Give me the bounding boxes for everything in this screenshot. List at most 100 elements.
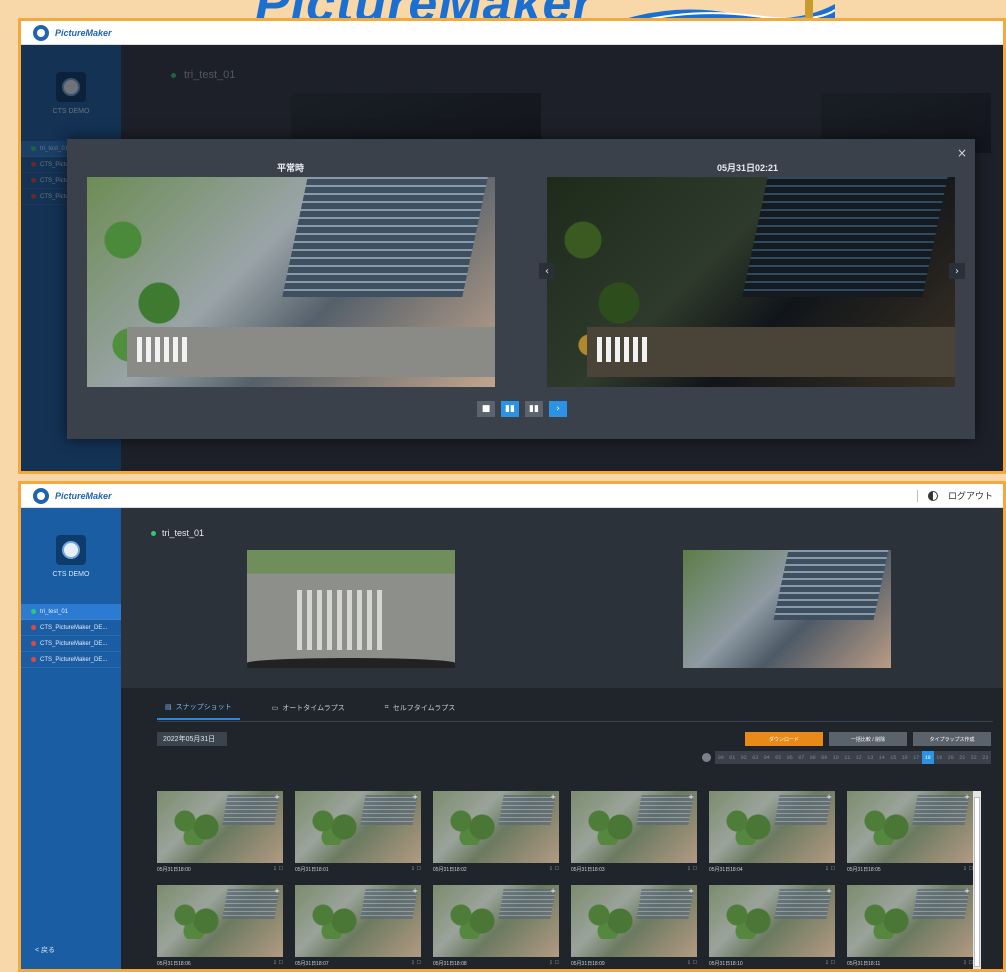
add-icon[interactable]: + (412, 887, 418, 895)
single-view-button[interactable]: ■ (477, 401, 495, 417)
add-icon[interactable]: + (964, 793, 970, 801)
snapshot-actions-icon[interactable]: ⇩ ☐ (549, 866, 559, 872)
snapshot-actions-icon[interactable]: ⇩ ☐ (963, 866, 973, 872)
chevron-left-icon[interactable]: ‹ (539, 263, 555, 279)
snapshot-actions-icon[interactable]: ⇩ ☐ (825, 960, 835, 966)
snapshot-image[interactable]: + (295, 791, 421, 863)
snapshot-card[interactable]: +05月31日18:04 ⇩ ☐ (709, 791, 835, 875)
snapshot-actions-icon[interactable]: ⇩ ☐ (273, 866, 283, 872)
back-link[interactable]: < 戻る (35, 945, 55, 955)
snapshot-actions-icon[interactable]: ⇩ ☐ (825, 866, 835, 872)
snapshot-image[interactable]: + (295, 885, 421, 957)
snapshot-card[interactable]: +05月31日18:03 ⇩ ☐ (571, 791, 697, 875)
hour-button[interactable]: 18 (922, 751, 934, 764)
frame-comparison: PictureMaker CTS DEMO tri_test_01 CTS_Pi… (18, 18, 1006, 474)
snapshot-image[interactable]: + (847, 791, 973, 863)
hour-button[interactable]: 08 (807, 751, 819, 764)
hour-button[interactable]: 19 (933, 751, 945, 764)
hour-button[interactable]: 09 (818, 751, 830, 764)
snapshot-card[interactable]: +05月31日18:10 ⇩ ☐ (709, 885, 835, 969)
hour-button[interactable]: 05 (772, 751, 784, 764)
hour-button[interactable]: 13 (864, 751, 876, 764)
snapshot-actions-icon[interactable]: ⇩ ☐ (687, 960, 697, 966)
snapshot-image[interactable]: + (571, 791, 697, 863)
tab-self-timelapse[interactable]: ⌗ セルフタイムラプス (377, 702, 463, 720)
snapshot-image[interactable]: + (847, 885, 973, 957)
side-by-side-button[interactable]: ▮▮ (501, 401, 519, 417)
hour-button[interactable]: 11 (841, 751, 853, 764)
tab-snapshot[interactable]: ▤ スナップショット (157, 702, 240, 720)
hour-button[interactable]: 17 (910, 751, 922, 764)
add-icon[interactable]: + (964, 887, 970, 895)
date-picker[interactable]: 2022年05月31日 (157, 732, 227, 746)
hour-button[interactable]: 03 (749, 751, 761, 764)
hour-button[interactable]: 14 (876, 751, 888, 764)
app-brand[interactable]: PictureMaker (33, 25, 112, 41)
add-icon[interactable]: + (550, 887, 556, 895)
snapshot-image[interactable]: + (433, 885, 559, 957)
snapshot-image[interactable]: + (157, 791, 283, 863)
snapshot-image[interactable]: + (709, 885, 835, 957)
hour-button[interactable]: 23 (979, 751, 991, 764)
snapshot-image[interactable]: + (433, 791, 559, 863)
snapshot-image[interactable]: + (157, 885, 283, 957)
logout-link[interactable]: ログアウト (948, 489, 993, 502)
hour-button[interactable]: 20 (945, 751, 957, 764)
snapshot-card[interactable]: +05月31日18:01 ⇩ ☐ (295, 791, 421, 875)
snapshot-card[interactable]: +05月31日18:05 ⇩ ☐ (847, 791, 973, 875)
scrollbar-thumb[interactable] (974, 797, 980, 967)
sidebar-item-camera[interactable]: CTS_PictureMaker_DE... (21, 620, 121, 636)
hour-button[interactable]: 15 (887, 751, 899, 764)
add-icon[interactable]: + (274, 887, 280, 895)
snapshot-card[interactable]: +05月31日18:09 ⇩ ☐ (571, 885, 697, 969)
snapshot-card[interactable]: +05月31日18:11 ⇩ ☐ (847, 885, 973, 969)
snapshot-actions-icon[interactable]: ⇩ ☐ (411, 866, 421, 872)
snapshot-actions-icon[interactable]: ⇩ ☐ (549, 960, 559, 966)
hour-button[interactable]: 06 (784, 751, 796, 764)
snapshot-image[interactable]: + (571, 885, 697, 957)
hour-button[interactable]: 16 (899, 751, 911, 764)
hour-button[interactable]: 10 (830, 751, 842, 764)
hour-button[interactable]: 22 (968, 751, 980, 764)
add-icon[interactable]: + (550, 793, 556, 801)
theme-toggle-icon[interactable] (927, 490, 938, 501)
snapshot-actions-icon[interactable]: ⇩ ☐ (273, 960, 283, 966)
snapshot-card[interactable]: +05月31日18:07 ⇩ ☐ (295, 885, 421, 969)
sidebar-item-camera[interactable]: tri_test_01 (21, 604, 121, 620)
next-button[interactable]: › (549, 401, 567, 417)
live-preview[interactable] (247, 550, 455, 668)
live-preview[interactable] (683, 550, 891, 668)
add-icon[interactable]: + (688, 887, 694, 895)
snapshot-card[interactable]: +05月31日18:02 ⇩ ☐ (433, 791, 559, 875)
snapshot-card[interactable]: +05月31日18:08 ⇩ ☐ (433, 885, 559, 969)
snapshot-card[interactable]: +05月31日18:06 ⇩ ☐ (157, 885, 283, 969)
create-timelapse-button[interactable]: タイプラップス作成 (913, 732, 991, 746)
download-button[interactable]: ダウンロード (745, 732, 823, 746)
hour-button[interactable]: 12 (853, 751, 865, 764)
hour-button[interactable]: 21 (956, 751, 968, 764)
sidebar-item-camera[interactable]: CTS_PictureMaker_DE... (21, 636, 121, 652)
sidebar-item-camera[interactable]: CTS_PictureMaker_DE... (21, 652, 121, 668)
hour-button[interactable]: 02 (738, 751, 750, 764)
hour-button[interactable]: 04 (761, 751, 773, 764)
snapshot-image[interactable]: + (709, 791, 835, 863)
hour-button[interactable]: 01 (726, 751, 738, 764)
snapshot-actions-icon[interactable]: ⇩ ☐ (411, 960, 421, 966)
add-icon[interactable]: + (412, 793, 418, 801)
snapshot-card[interactable]: +05月31日18:00 ⇩ ☐ (157, 791, 283, 875)
close-icon[interactable]: × (957, 146, 967, 160)
snapshot-actions-icon[interactable]: ⇩ ☐ (963, 960, 973, 966)
hour-button[interactable]: 00 (715, 751, 727, 764)
batch-compare-button[interactable]: 一括比較 / 削除 (829, 732, 907, 746)
tab-auto-timelapse[interactable]: ▭ オートタイムラプス (264, 702, 353, 720)
split-view-button[interactable]: ▮▮ (525, 401, 543, 417)
snapshot-actions-icon[interactable]: ⇩ ☐ (687, 866, 697, 872)
add-icon[interactable]: + (826, 793, 832, 801)
hour-button[interactable]: 07 (795, 751, 807, 764)
add-icon[interactable]: + (826, 887, 832, 895)
app-brand[interactable]: PictureMaker (33, 488, 112, 504)
add-icon[interactable]: + (688, 793, 694, 801)
chevron-right-icon[interactable]: › (949, 263, 965, 279)
scrollbar[interactable] (973, 791, 981, 969)
add-icon[interactable]: + (274, 793, 280, 801)
